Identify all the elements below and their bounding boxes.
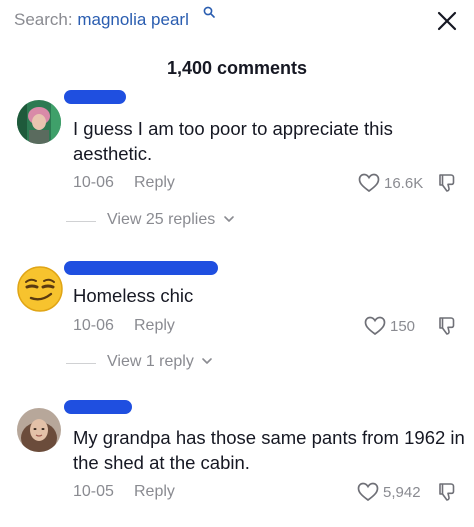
search-icon[interactable] xyxy=(203,6,215,18)
reply-button[interactable]: Reply xyxy=(134,483,175,501)
username-redacted[interactable] xyxy=(64,400,132,414)
avatar[interactable] xyxy=(17,408,61,452)
heart-icon[interactable] xyxy=(357,482,379,502)
view-replies-label: View 25 replies xyxy=(107,211,216,228)
dislike-icon[interactable] xyxy=(436,172,458,194)
comments-count: 1,400 comments xyxy=(166,58,308,78)
avatar[interactable] xyxy=(17,266,63,312)
smirk-emoji-icon xyxy=(17,266,63,312)
heart-icon[interactable] xyxy=(364,316,386,336)
comment-date: 10-06 xyxy=(73,174,114,191)
reply-button[interactable]: Reply xyxy=(134,174,175,192)
comment-date: 10-06 xyxy=(73,317,114,334)
view-replies-button[interactable]: View 25 replies xyxy=(66,211,256,231)
reply-button[interactable]: Reply xyxy=(134,317,175,335)
chevron-down-icon xyxy=(223,216,234,222)
search-prefix: Search: xyxy=(14,10,73,29)
like-count: 16.6K xyxy=(384,175,424,192)
view-replies-label: View 1 reply xyxy=(107,353,194,370)
dislike-icon[interactable] xyxy=(436,481,458,503)
username-redacted[interactable] xyxy=(64,90,126,104)
search-query[interactable]: Search: magnolia pearl xyxy=(14,10,189,30)
search-bar[interactable]: Search: magnolia pearl xyxy=(0,0,474,40)
user-avatar-photo-icon xyxy=(17,100,61,144)
avatar[interactable] xyxy=(17,100,61,144)
comment-text: I guess I am too poor to appreciate this… xyxy=(73,118,393,164)
search-term[interactable]: magnolia pearl xyxy=(77,10,189,29)
like-count: 5,942 xyxy=(383,484,421,501)
comment-text: Homeless chic xyxy=(73,285,194,306)
user-avatar-photo-icon xyxy=(17,408,61,452)
close-icon[interactable] xyxy=(436,10,458,32)
chevron-down-icon xyxy=(202,358,213,364)
replies-divider xyxy=(66,363,96,364)
heart-icon[interactable] xyxy=(358,173,380,193)
comment-text: My grandpa has those same pants from 196… xyxy=(73,427,465,473)
comment-date: 10-05 xyxy=(73,483,114,500)
dislike-icon[interactable] xyxy=(436,315,458,337)
view-replies-button[interactable]: View 1 reply xyxy=(66,353,236,373)
username-redacted[interactable] xyxy=(64,261,218,275)
like-count: 150 xyxy=(390,318,416,335)
replies-divider xyxy=(66,221,96,222)
